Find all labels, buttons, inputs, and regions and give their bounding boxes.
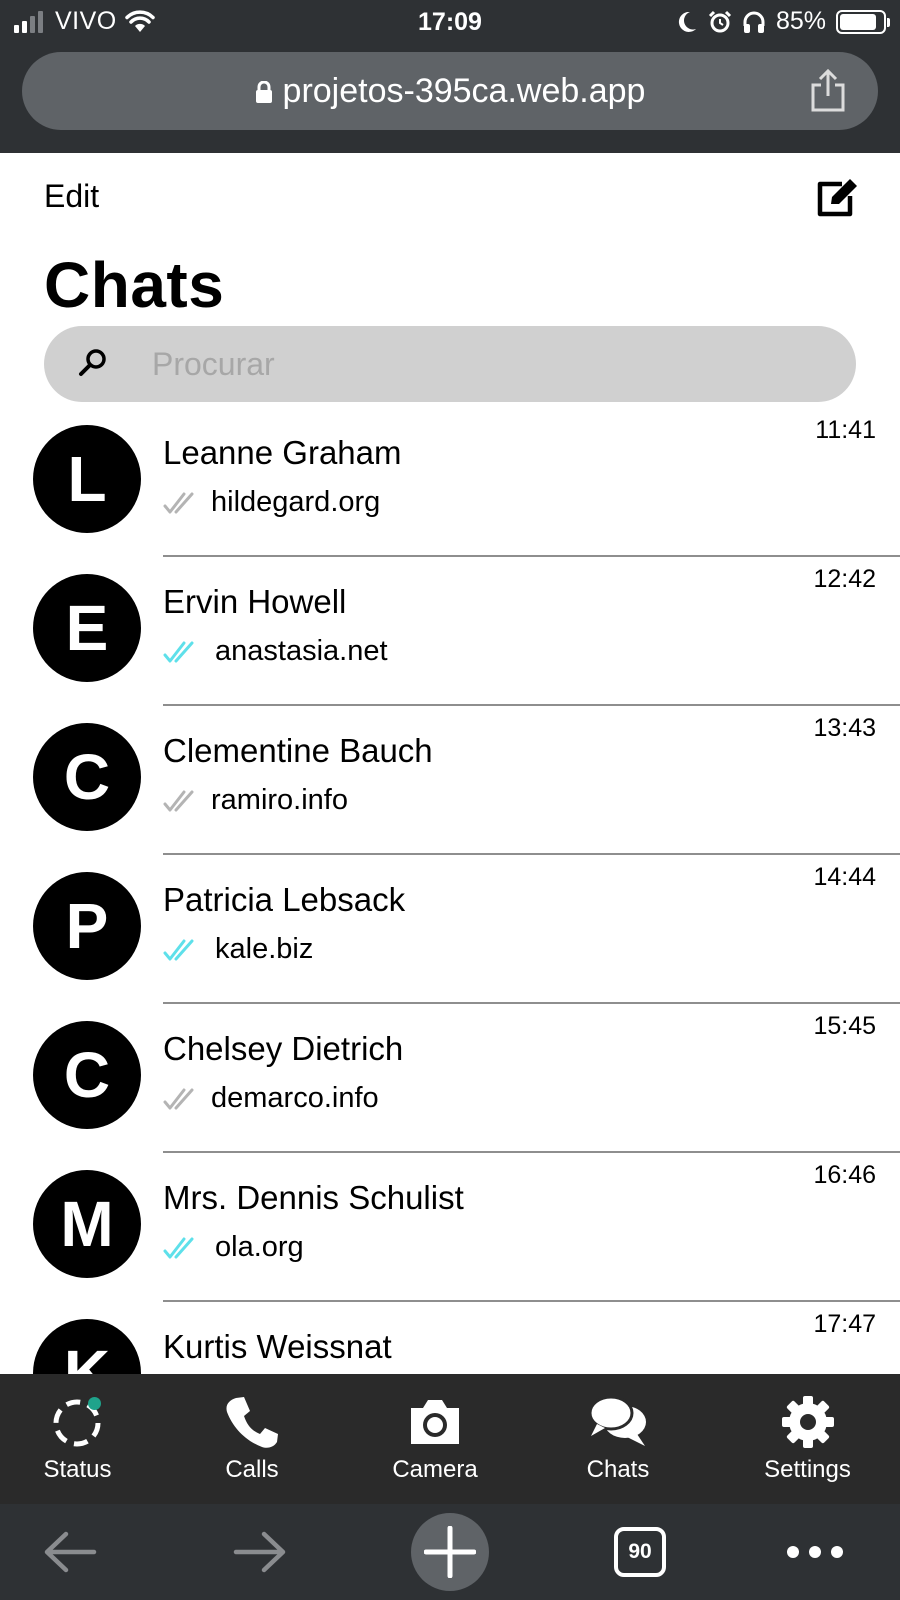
double-check-icon (163, 1088, 194, 1109)
contact-name: Kurtis Weissnat (163, 1328, 392, 1365)
phone-icon (226, 1397, 278, 1448)
preview-text: kale.biz (215, 933, 314, 965)
search-bar[interactable] (44, 326, 856, 402)
preview-text: ramiro.info (211, 784, 348, 816)
new-tab-button[interactable] (410, 1504, 490, 1600)
message-preview: kale.biz (163, 933, 313, 966)
tab-label: Camera (392, 1456, 478, 1483)
back-arrow-icon (44, 1531, 97, 1573)
alarm-icon (708, 10, 732, 32)
battery-percent: 85% (775, 7, 826, 35)
url-text: projetos-395ca.web.app (282, 72, 646, 110)
tab-label: Settings (764, 1456, 851, 1483)
status-bar: VIVO 17:09 85% (0, 0, 900, 44)
tab-bar: Status Calls Camera Chats Settings (0, 1374, 900, 1504)
contact-name: Ervin Howell (163, 583, 347, 620)
message-time: 13:43 (813, 714, 876, 742)
tab-calls[interactable]: Calls (155, 1374, 349, 1504)
tabs-icon: 90 (614, 1527, 666, 1577)
tabs-button[interactable]: 90 (600, 1504, 680, 1600)
message-time: 12:42 (813, 565, 876, 593)
preview-text: anastasia.net (215, 635, 388, 667)
chat-list-item[interactable]: C Clementine Bauch 13:43 ramiro.info (0, 702, 900, 855)
share-icon[interactable] (808, 68, 848, 112)
chat-list-item[interactable]: L Leanne Graham 11:41 hildegard.org (0, 404, 900, 557)
contact-name: Patricia Lebsack (163, 881, 406, 918)
double-check-icon (163, 492, 194, 513)
page-title: Chats (44, 249, 225, 321)
message-time: 15:45 (813, 1012, 876, 1040)
avatar-initial: M (60, 1188, 114, 1260)
tab-label: Chats (586, 1456, 650, 1483)
battery-icon (836, 9, 890, 34)
contact-name: Leanne Graham (163, 434, 402, 471)
edit-button[interactable]: Edit (44, 178, 99, 215)
chat-list-item[interactable]: P Patricia Lebsack 14:44 kale.biz (0, 851, 900, 1004)
chat-list-item[interactable]: C Chelsey Dietrich 15:45 demarco.info (0, 1000, 900, 1153)
more-icon (787, 1546, 843, 1558)
avatar-initial: P (65, 890, 109, 962)
browser-top-chrome: VIVO 17:09 85% projetos-395ca.web.app (0, 0, 900, 153)
tab-camera[interactable]: Camera (349, 1374, 521, 1504)
avatar: M (33, 1170, 141, 1278)
avatar-initial: C (63, 741, 111, 813)
preview-text: demarco.info (211, 1082, 379, 1114)
more-button[interactable] (775, 1504, 855, 1600)
message-preview: ola.org (163, 1231, 304, 1264)
chat-list-item[interactable]: K Kurtis Weissnat 17:47 (0, 1298, 900, 1374)
gear-icon (781, 1396, 834, 1448)
double-check-icon (163, 641, 194, 662)
avatar: E (33, 574, 141, 682)
forward-arrow-icon (233, 1531, 286, 1573)
avatar-initial: L (67, 443, 107, 515)
lock-icon (255, 80, 272, 103)
chat-bubbles-icon (588, 1395, 646, 1446)
avatar-initial: C (63, 1039, 111, 1111)
tab-status[interactable]: Status (0, 1374, 155, 1504)
avatar: P (33, 872, 141, 980)
browser-bottom-toolbar: 90 (0, 1504, 900, 1600)
message-time: 11:41 (815, 416, 876, 444)
chat-list-item[interactable]: M Mrs. Dennis Schulist 16:46 ola.org (0, 1149, 900, 1302)
preview-text: hildegard.org (211, 486, 381, 518)
contact-name: Clementine Bauch (163, 732, 433, 769)
contact-name: Chelsey Dietrich (163, 1030, 404, 1067)
message-time: 17:47 (813, 1310, 876, 1338)
message-preview: demarco.info (163, 1082, 379, 1115)
contact-name: Mrs. Dennis Schulist (163, 1179, 464, 1216)
message-preview: hildegard.org (163, 486, 380, 519)
avatar: L (33, 425, 141, 533)
back-button[interactable] (30, 1504, 110, 1600)
message-time: 14:44 (813, 863, 876, 891)
plus-icon (424, 1526, 476, 1578)
chat-list: L Leanne Graham 11:41 hildegard.org E Er… (0, 404, 900, 1374)
tab-label: Status (43, 1456, 112, 1483)
avatar: C (33, 1021, 141, 1129)
compose-icon[interactable] (814, 176, 860, 218)
headphones-icon (743, 11, 765, 33)
avatar-initial: E (65, 592, 109, 664)
forward-button[interactable] (220, 1504, 300, 1600)
status-indicator-dot (88, 1397, 101, 1410)
avatar: K (33, 1319, 141, 1374)
message-preview: anastasia.net (163, 635, 388, 668)
tab-chats[interactable]: Chats (521, 1374, 715, 1504)
search-icon (79, 349, 106, 376)
tab-settings[interactable]: Settings (715, 1374, 900, 1504)
moon-icon (678, 11, 696, 32)
message-preview: ramiro.info (163, 784, 348, 817)
double-check-icon (163, 939, 194, 960)
message-time: 16:46 (813, 1161, 876, 1189)
battery-fill (840, 13, 876, 30)
tab-label: Calls (225, 1456, 279, 1483)
double-check-icon (163, 1237, 194, 1258)
url-bar[interactable]: projetos-395ca.web.app (22, 52, 878, 130)
chat-list-item[interactable]: E Ervin Howell 12:42 anastasia.net (0, 553, 900, 706)
avatar: C (33, 723, 141, 831)
search-input[interactable] (152, 338, 832, 390)
double-check-icon (163, 790, 194, 811)
avatar-initial: K (63, 1337, 111, 1374)
camera-icon (411, 1400, 459, 1444)
preview-text: ola.org (215, 1231, 304, 1263)
